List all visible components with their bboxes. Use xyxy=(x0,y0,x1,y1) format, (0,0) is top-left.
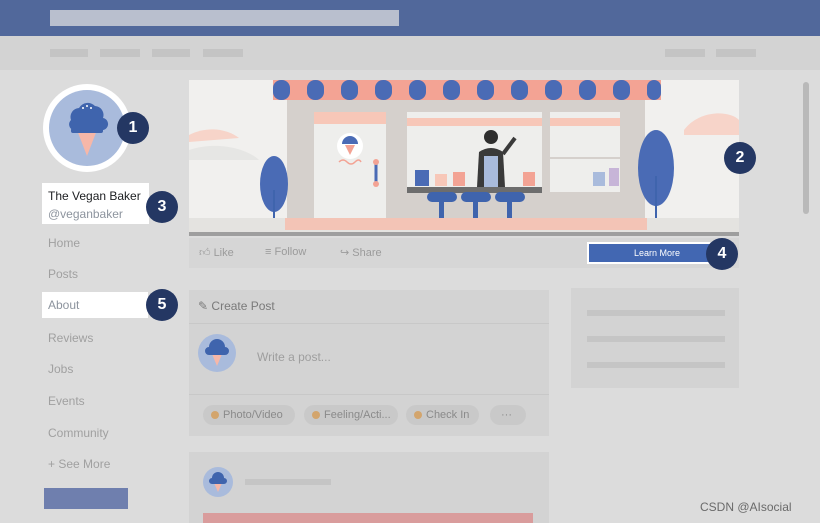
search-bar-placeholder[interactable] xyxy=(50,10,399,26)
page-handle: @veganbaker xyxy=(48,207,123,221)
avatar xyxy=(203,467,233,497)
post-input[interactable]: Write a post... xyxy=(257,350,331,364)
nav-placeholder xyxy=(203,49,243,57)
placeholder-line xyxy=(587,310,725,316)
placeholder-line xyxy=(587,336,725,342)
placeholder-line xyxy=(245,479,331,485)
nav-placeholder xyxy=(152,49,190,57)
sidebar-item-reviews[interactable]: Reviews xyxy=(48,331,93,345)
nav-placeholder xyxy=(100,49,140,57)
top-navigation-bar xyxy=(0,0,820,36)
watermark: CSDN @AIsocial xyxy=(700,500,792,514)
like-button[interactable]: 👍︎ Like xyxy=(199,246,234,259)
divider xyxy=(189,323,549,324)
check-in-chip[interactable]: Check In xyxy=(406,405,479,425)
ice-cream-icon xyxy=(209,472,227,492)
photo-video-chip[interactable]: Photo/Video xyxy=(203,405,295,425)
ice-cream-icon xyxy=(205,339,229,366)
feed-post-panel xyxy=(189,452,549,523)
sidebar-item-label: About xyxy=(48,298,80,312)
more-options-chip[interactable]: ··· xyxy=(490,405,526,425)
feeling-icon xyxy=(312,411,320,419)
sidebar-item-see-more[interactable]: + See More xyxy=(48,457,110,471)
follow-icon: ≡ xyxy=(265,246,272,258)
create-post-header: ✎ Create Post xyxy=(198,299,275,313)
post-image-placeholder xyxy=(203,513,533,523)
nav-placeholder xyxy=(50,49,88,57)
right-info-panel xyxy=(571,288,739,388)
sidebar-item-community[interactable]: Community xyxy=(48,426,109,440)
nav-placeholder xyxy=(665,49,705,57)
page-name-card[interactable]: The Vegan Baker @veganbaker xyxy=(42,183,149,224)
callout-badge-2: 2 xyxy=(724,142,756,174)
share-button[interactable]: ↪ Share xyxy=(340,246,382,259)
secondary-bar xyxy=(0,36,820,70)
scrollbar[interactable] xyxy=(803,82,809,214)
profile-picture[interactable] xyxy=(49,90,125,166)
sidebar-item-events[interactable]: Events xyxy=(48,394,85,408)
photo-icon xyxy=(211,411,219,419)
callout-badge-1: 1 xyxy=(117,112,149,144)
callout-badge-3: 3 xyxy=(146,191,178,223)
avatar xyxy=(198,334,236,372)
ice-cream-icon xyxy=(69,102,109,156)
callout-badge-5: 5 xyxy=(146,289,178,321)
sidebar-item-about[interactable]: About xyxy=(42,292,148,318)
sidebar-item-posts[interactable]: Posts xyxy=(48,267,78,281)
cover-photo[interactable] xyxy=(189,80,739,236)
placeholder-line xyxy=(587,362,725,368)
callout-badge-4: 4 xyxy=(706,238,738,270)
nav-placeholder xyxy=(716,49,756,57)
follow-button[interactable]: ≡ Follow xyxy=(265,246,306,258)
page-name: The Vegan Baker xyxy=(48,189,141,203)
pencil-icon: ✎ xyxy=(198,299,209,313)
location-pin-icon xyxy=(414,411,422,419)
storefront-illustration xyxy=(189,80,739,236)
sidebar-action-button[interactable] xyxy=(44,488,128,509)
share-icon: ↪ xyxy=(340,247,350,259)
feeling-activity-chip[interactable]: Feeling/Acti... xyxy=(304,405,398,425)
sidebar-item-home[interactable]: Home xyxy=(48,236,80,250)
divider xyxy=(189,394,549,395)
like-icon: 👍︎ xyxy=(199,247,211,259)
sidebar-item-jobs[interactable]: Jobs xyxy=(48,362,73,376)
